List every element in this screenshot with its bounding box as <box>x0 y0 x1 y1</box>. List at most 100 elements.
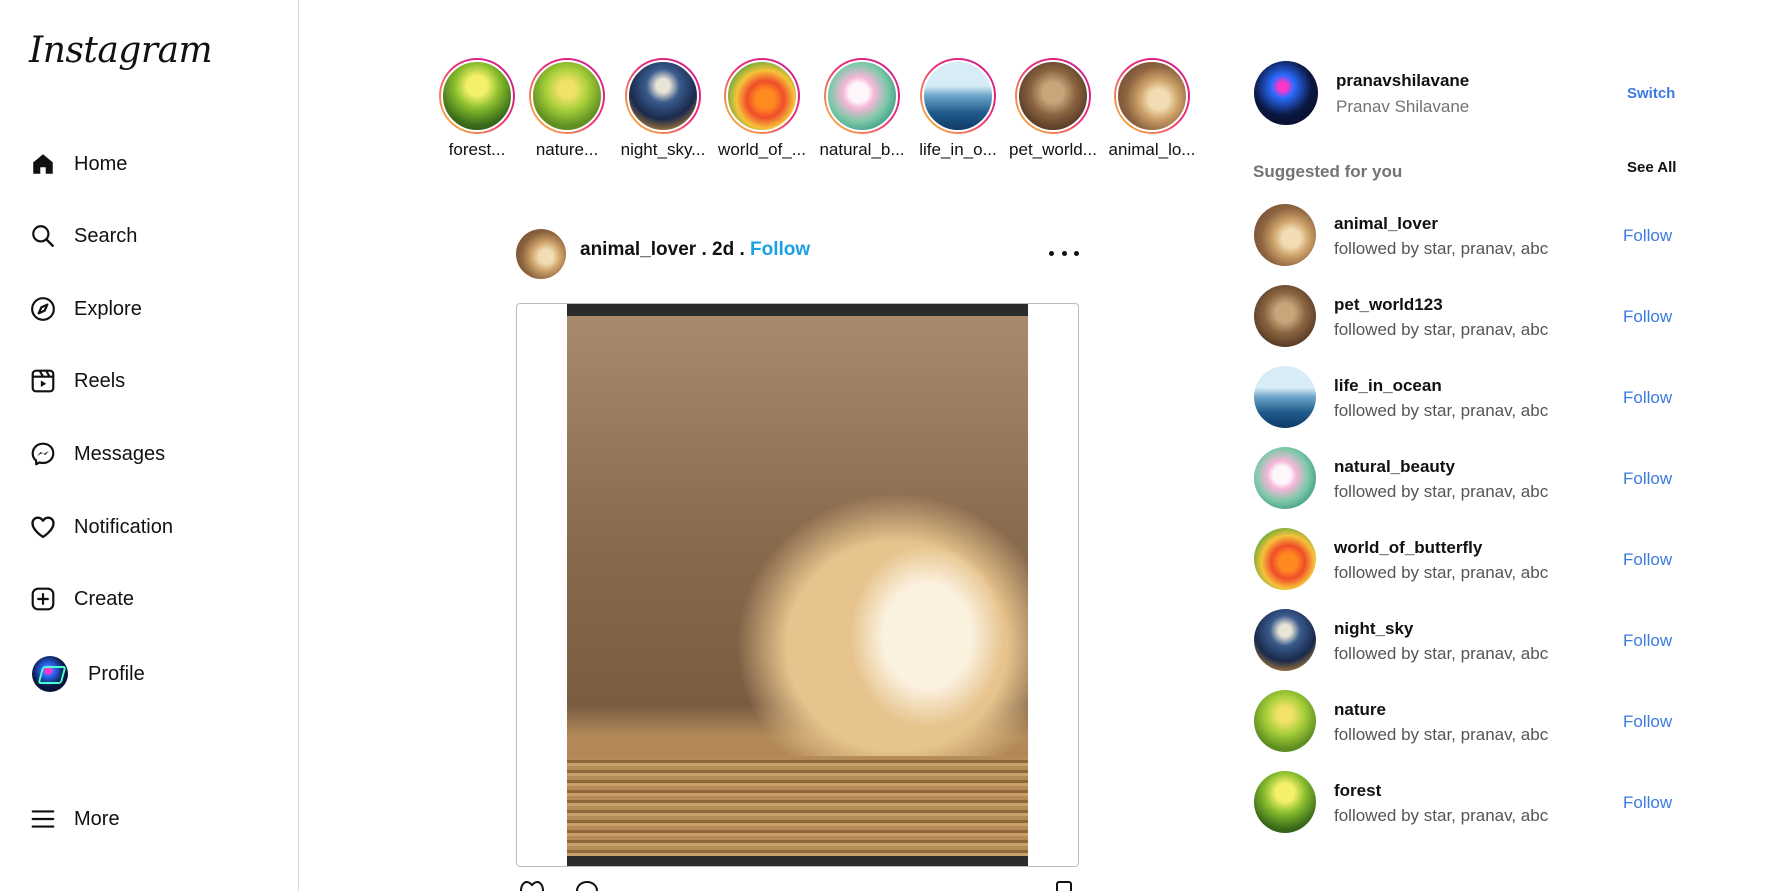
story-name: nature... <box>535 140 599 159</box>
suggestion-subtitle: followed by star, pranav, abc <box>1334 644 1549 663</box>
story-avatar <box>1116 60 1188 132</box>
suggestion-subtitle: followed by star, pranav, abc <box>1334 320 1549 339</box>
follow-button[interactable]: Follow <box>1623 388 1672 408</box>
instagram-logo[interactable]: Instagram <box>29 30 213 71</box>
suggestion-item: natural_beauty followed by star, pranav,… <box>1254 447 1674 528</box>
current-full-name: Pranav Shilavane <box>1336 97 1470 116</box>
post-actions <box>516 880 1079 891</box>
suggestion-username[interactable]: night_sky <box>1334 619 1413 639</box>
story-name: pet_world... <box>1009 140 1097 159</box>
more-options-icon[interactable] <box>1049 243 1079 263</box>
plus-square-icon <box>28 584 58 614</box>
story-avatar <box>922 60 994 132</box>
story-ring <box>439 58 515 134</box>
sidebar-item-messages[interactable]: Messages <box>28 430 165 478</box>
suggestion-username[interactable]: world_of_butterfly <box>1334 538 1482 558</box>
menu-icon <box>28 804 58 834</box>
story-name: life_in_o... <box>919 140 997 159</box>
stories-bar: forest... nature... night_sky... world_o… <box>432 58 1202 178</box>
suggestion-avatar[interactable] <box>1254 285 1316 347</box>
suggestion-item: world_of_butterfly followed by star, pra… <box>1254 528 1674 609</box>
suggestion-avatar[interactable] <box>1254 447 1316 509</box>
suggestion-avatar[interactable] <box>1254 204 1316 266</box>
like-icon[interactable] <box>518 880 546 891</box>
reels-icon <box>28 366 58 396</box>
follow-button[interactable]: Follow <box>1623 307 1672 327</box>
sidebar-item-reels[interactable]: Reels <box>28 357 125 405</box>
story-name: night_sky... <box>620 140 706 159</box>
post-author-avatar[interactable] <box>516 229 566 279</box>
sidebar: Instagram Home Search Explore Reels Mess… <box>0 0 299 891</box>
sidebar-item-notification[interactable]: Notification <box>28 503 173 551</box>
story-item[interactable]: night_sky... <box>618 58 708 160</box>
sidebar-item-more[interactable]: More <box>28 795 120 843</box>
story-avatar <box>726 60 798 132</box>
post-follow-button[interactable]: Follow <box>750 239 810 260</box>
post-image <box>567 304 1028 866</box>
sidebar-item-label: Notification <box>74 515 173 538</box>
suggestion-username[interactable]: nature <box>1334 700 1386 720</box>
story-ring <box>1114 58 1190 134</box>
suggestion-username[interactable]: pet_world123 <box>1334 295 1443 315</box>
current-user-avatar[interactable] <box>1254 61 1318 125</box>
sidebar-item-profile[interactable]: Profile <box>28 650 145 698</box>
suggestion-username[interactable]: life_in_ocean <box>1334 376 1442 396</box>
story-avatar <box>627 60 699 132</box>
suggestion-avatar[interactable] <box>1254 609 1316 671</box>
suggestion-item: night_sky followed by star, pranav, abc … <box>1254 609 1674 690</box>
suggestion-avatar[interactable] <box>1254 771 1316 833</box>
story-ring <box>529 58 605 134</box>
sidebar-item-label: Home <box>74 152 128 175</box>
follow-button[interactable]: Follow <box>1623 631 1672 651</box>
follow-button[interactable]: Follow <box>1623 550 1672 570</box>
more-label: More <box>74 807 120 830</box>
sidebar-item-create[interactable]: Create <box>28 575 134 623</box>
story-item[interactable]: life_in_o... <box>913 58 1003 160</box>
story-name: world_of_... <box>718 140 806 159</box>
suggestion-avatar[interactable] <box>1254 366 1316 428</box>
current-username[interactable]: pranavshilavane <box>1336 71 1469 91</box>
suggestion-item: pet_world123 followed by star, pranav, a… <box>1254 285 1674 366</box>
suggestions-list: animal_lover followed by star, pranav, a… <box>1254 204 1674 852</box>
sidebar-item-label: Messages <box>74 442 166 465</box>
suggestion-subtitle: followed by star, pranav, abc <box>1334 725 1549 744</box>
post-username[interactable]: animal_lover <box>580 239 696 260</box>
suggestion-item: nature followed by star, pranav, abc Fol… <box>1254 690 1674 771</box>
follow-button[interactable]: Follow <box>1623 712 1672 732</box>
see-all-link[interactable]: See All <box>1627 159 1676 176</box>
suggestion-item: life_in_ocean followed by star, pranav, … <box>1254 366 1674 447</box>
sidebar-item-label: Create <box>74 587 135 610</box>
follow-button[interactable]: Follow <box>1623 226 1672 246</box>
post-media[interactable] <box>516 303 1079 867</box>
suggestion-avatar[interactable] <box>1254 528 1316 590</box>
story-item[interactable]: nature... <box>522 58 612 160</box>
story-ring <box>1015 58 1091 134</box>
story-item[interactable]: forest... <box>432 58 522 160</box>
suggestion-username[interactable]: natural_beauty <box>1334 457 1455 477</box>
suggestions-title: Suggested for you <box>1253 162 1403 181</box>
story-item[interactable]: animal_lo... <box>1107 58 1197 160</box>
post-meta: animal_lover . 2d . Follow <box>580 239 810 261</box>
suggestion-username[interactable]: forest <box>1334 781 1381 801</box>
story-item[interactable]: pet_world... <box>1008 58 1098 160</box>
sidebar-item-search[interactable]: Search <box>28 212 137 260</box>
story-item[interactable]: world_of_... <box>717 58 807 160</box>
story-name: natural_b... <box>819 140 905 159</box>
sidebar-item-explore[interactable]: Explore <box>28 285 142 333</box>
follow-button[interactable]: Follow <box>1623 793 1672 813</box>
suggestion-subtitle: followed by star, pranav, abc <box>1334 482 1549 501</box>
sidebar-item-home[interactable]: Home <box>28 140 127 188</box>
post-image-content <box>567 316 1028 856</box>
suggestion-avatar[interactable] <box>1254 690 1316 752</box>
sidebar-item-label: Reels <box>74 369 126 392</box>
switch-account-button[interactable]: Switch <box>1627 85 1675 102</box>
suggestion-username[interactable]: animal_lover <box>1334 214 1438 234</box>
story-item[interactable]: natural_b... <box>817 58 907 160</box>
story-avatar <box>1017 60 1089 132</box>
bookmark-icon[interactable] <box>1053 880 1075 891</box>
comment-icon[interactable] <box>574 880 600 891</box>
messenger-icon <box>28 439 58 469</box>
story-ring <box>824 58 900 134</box>
story-ring <box>625 58 701 134</box>
follow-button[interactable]: Follow <box>1623 469 1672 489</box>
